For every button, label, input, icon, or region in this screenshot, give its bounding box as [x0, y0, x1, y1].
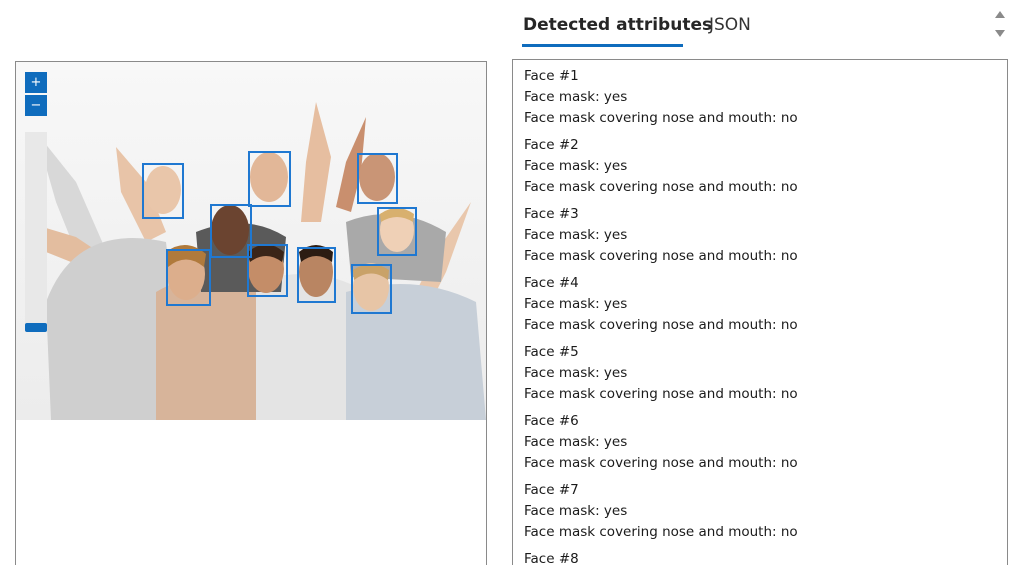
- face-title: Face #1: [524, 68, 579, 84]
- tab-scroll-control: [994, 8, 1006, 44]
- tab-detected-attributes[interactable]: Detected attributes: [523, 15, 712, 35]
- face-title: Face #7: [524, 482, 579, 498]
- face-mask-value: Face mask: yes: [524, 434, 628, 450]
- list-item: Face #8: [524, 549, 1007, 565]
- face-mask-covering-value: Face mask covering nose and mouth: no: [524, 110, 798, 126]
- face-mask-covering-value: Face mask covering nose and mouth: no: [524, 524, 798, 540]
- face-mask-covering-value: Face mask covering nose and mouth: no: [524, 317, 798, 333]
- face-title: Face #2: [524, 137, 579, 153]
- list-item: Face #6 Face mask: yes Face mask coverin…: [524, 411, 1007, 474]
- group-photo: [16, 62, 486, 420]
- face-mask-covering-value: Face mask covering nose and mouth: no: [524, 386, 798, 402]
- face-mask-value: Face mask: yes: [524, 365, 628, 381]
- zoom-out-button[interactable]: −: [25, 95, 47, 116]
- detected-attributes-panel[interactable]: Face #1 Face mask: yes Face mask coverin…: [512, 59, 1008, 565]
- face-mask-value: Face mask: yes: [524, 158, 628, 174]
- list-item: Face #4 Face mask: yes Face mask coverin…: [524, 273, 1007, 336]
- image-viewer[interactable]: + −: [15, 61, 487, 565]
- face-mask-covering-value: Face mask covering nose and mouth: no: [524, 248, 798, 264]
- list-item: Face #7 Face mask: yes Face mask coverin…: [524, 480, 1007, 543]
- face-mask-value: Face mask: yes: [524, 89, 628, 105]
- list-item: Face #5 Face mask: yes Face mask coverin…: [524, 342, 1007, 405]
- scroll-down-icon[interactable]: [995, 30, 1005, 37]
- face-title: Face #4: [524, 275, 579, 291]
- face-detection-page: + − Detected attributes JSON Face #1 Fac…: [0, 0, 1025, 565]
- tab-json[interactable]: JSON: [709, 15, 751, 35]
- zoom-slider-thumb[interactable]: [25, 323, 47, 332]
- face-title: Face #3: [524, 206, 579, 222]
- list-item: Face #3 Face mask: yes Face mask coverin…: [524, 204, 1007, 267]
- face-mask-value: Face mask: yes: [524, 296, 628, 312]
- face-mask-value: Face mask: yes: [524, 503, 628, 519]
- group-photo-illustration: [16, 62, 486, 420]
- zoom-slider-track[interactable]: [25, 132, 47, 329]
- face-title: Face #8: [524, 551, 579, 565]
- zoom-in-button[interactable]: +: [25, 72, 47, 93]
- face-title: Face #6: [524, 413, 579, 429]
- face-mask-covering-value: Face mask covering nose and mouth: no: [524, 455, 798, 471]
- list-item: Face #1 Face mask: yes Face mask coverin…: [524, 66, 1007, 129]
- face-mask-covering-value: Face mask covering nose and mouth: no: [524, 179, 798, 195]
- scroll-up-icon[interactable]: [995, 11, 1005, 18]
- face-title: Face #5: [524, 344, 579, 360]
- active-tab-indicator: [522, 44, 683, 47]
- face-list: Face #1 Face mask: yes Face mask coverin…: [513, 60, 1007, 565]
- list-item: Face #2 Face mask: yes Face mask coverin…: [524, 135, 1007, 198]
- face-mask-value: Face mask: yes: [524, 227, 628, 243]
